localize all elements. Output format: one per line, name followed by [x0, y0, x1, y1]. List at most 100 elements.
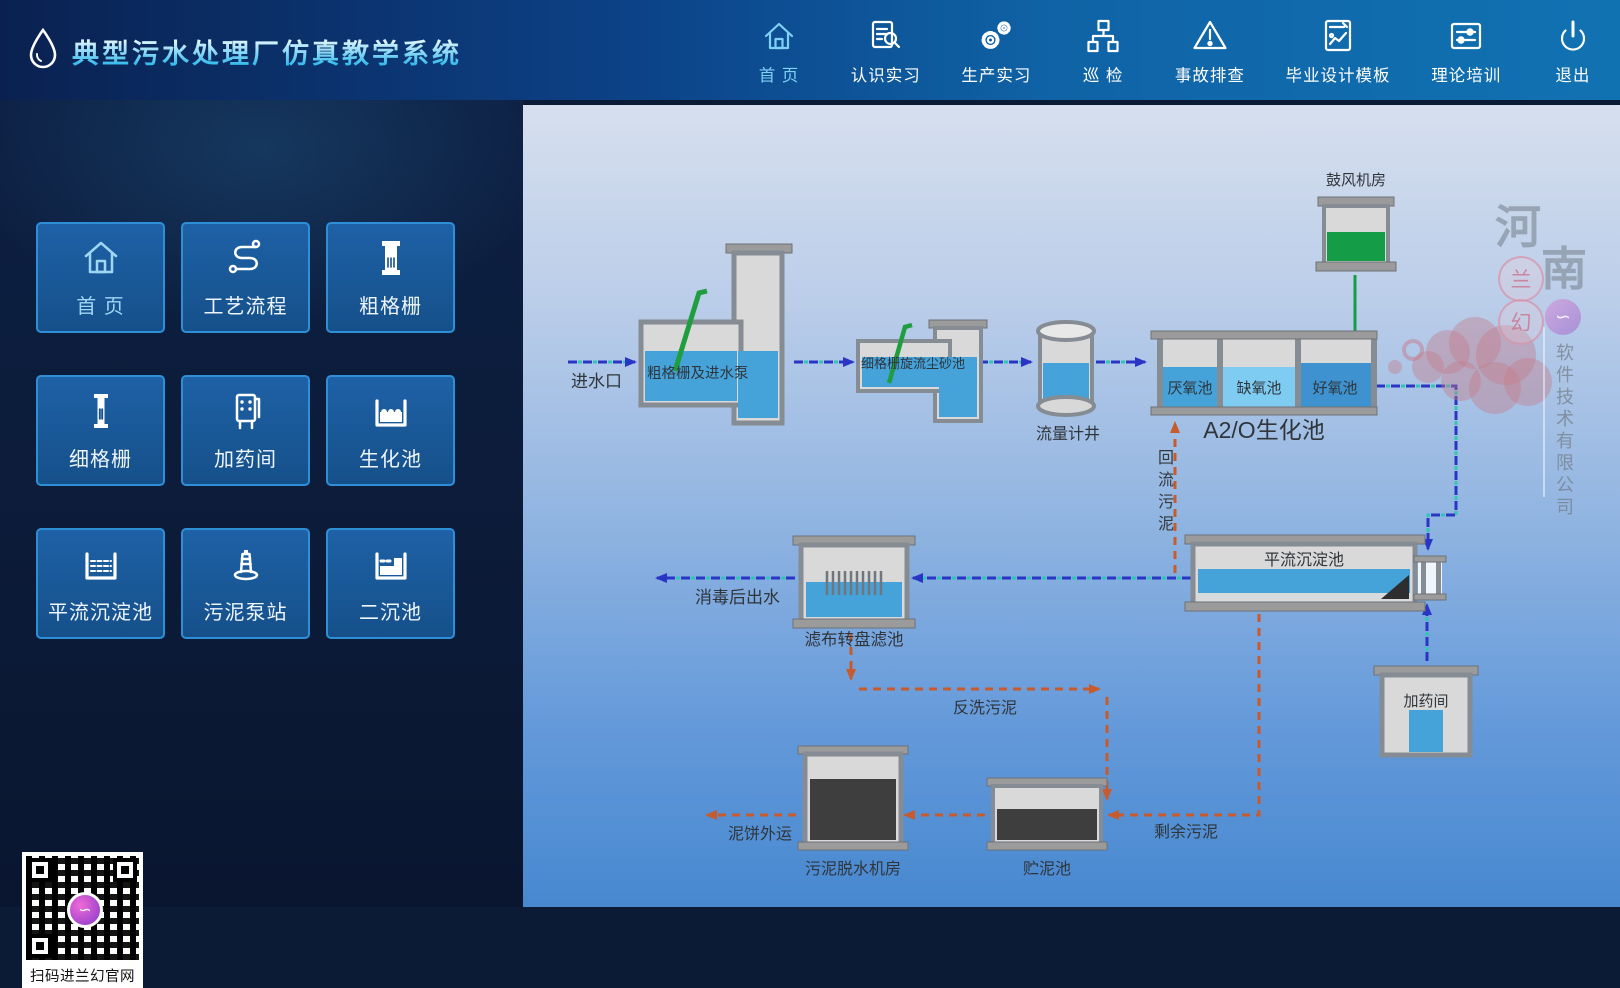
top-nav: 首 页 认识实习 生产实习 巡 检	[748, 0, 1604, 100]
sidebar-item-sludge-pump-station[interactable]: 污泥泵站	[181, 528, 310, 639]
cake-out-label: 泥饼外运	[728, 825, 792, 843]
process-flow-diagram: 粗格栅及进水泵 进水口 细格栅旋流尘砂池 流量计井 厌氧池 缺氧池 好氧池 A2…	[523, 105, 1620, 907]
excess-sludge-label: 剩余污泥	[1154, 822, 1218, 841]
watermark-company: 软件技术有限公司	[1550, 343, 1576, 519]
sitemap-icon	[1084, 17, 1122, 55]
sidebar-item-label: 首 页	[76, 290, 125, 319]
tank-dewatering-room[interactable]: 污泥脱水机房	[798, 746, 908, 878]
watermark-divider	[1543, 327, 1545, 497]
tank-a2o[interactable]: 厌氧池 缺氧池 好氧池 A2/O生化池	[1151, 331, 1377, 443]
header-bar: 典型污水处理厂仿真教学系统 首 页 认识实习 生产实习	[0, 0, 1620, 100]
tank-label: 贮泥池	[1023, 860, 1071, 878]
tank-coarse-screen-pump[interactable]: 粗格栅及进水泵	[641, 244, 792, 423]
flow-path-icon	[224, 236, 268, 280]
brand: 典型污水处理厂仿真教学系统	[26, 26, 462, 77]
sidebar-item-label: 粗格栅	[359, 290, 422, 319]
tank-flow-meter-well[interactable]: 流量计井	[1036, 322, 1100, 443]
sludge-line-excess	[1109, 614, 1259, 815]
cell-label-anaerobic: 厌氧池	[1167, 380, 1212, 397]
water-drop-logo-icon	[26, 26, 60, 77]
tank-cloth-disc-filter[interactable]: 滤布转盘滤池	[793, 536, 915, 649]
lanhuan-logo-icon: ∽	[67, 892, 103, 928]
fine-screen-icon	[79, 389, 123, 433]
home-icon	[760, 17, 798, 55]
nav-label: 事故排查	[1175, 62, 1245, 86]
watermark-seal-huan: 幻	[1498, 299, 1544, 345]
nav-item-production-practice[interactable]: 生产实习	[961, 0, 1031, 86]
watermark-char: 河	[1495, 191, 1541, 257]
watermark-seal-lan: 兰	[1498, 256, 1544, 302]
template-icon	[1319, 17, 1357, 55]
tank-label: A2/O生化池	[1203, 417, 1324, 443]
sidebar-item-bio-tank[interactable]: 生化池	[326, 375, 455, 486]
tank-label: 加药间	[1403, 693, 1448, 710]
tank-label: 平流沉淀池	[1264, 551, 1344, 569]
tank-label: 鼓风机房	[1326, 172, 1386, 189]
sidebar-item-sedimentation-tank[interactable]: 平流沉淀池	[36, 528, 165, 639]
watermark-char: 南	[1541, 233, 1587, 299]
bio-tank-icon	[369, 389, 413, 433]
sludge-pump-icon	[224, 542, 268, 586]
sidebar-item-label: 加药间	[214, 443, 277, 472]
dosing-device-icon	[224, 389, 268, 433]
nav-label: 巡 检	[1083, 62, 1124, 86]
outflow-label: 消毒后出水	[695, 588, 780, 607]
tank-dosing-room[interactable]: 加药间	[1374, 666, 1478, 755]
sidebar-item-dosing-room[interactable]: 加药间	[181, 375, 310, 486]
home-icon	[79, 236, 123, 280]
cell-label-anoxic: 缺氧池	[1236, 380, 1281, 397]
sidebar-item-label: 生化池	[359, 443, 422, 472]
tank-label: 滤布转盘滤池	[805, 630, 904, 649]
inlet-label: 进水口	[571, 372, 622, 391]
qr-code: ∽	[26, 856, 139, 960]
tank-sedimentation[interactable]: 平流沉淀池	[1185, 535, 1446, 611]
nav-item-exit[interactable]: 退出	[1542, 0, 1604, 86]
nav-item-graduation-template[interactable]: 毕业设计模板	[1286, 0, 1391, 86]
sidebar-item-process-flow[interactable]: 工艺流程	[181, 222, 310, 333]
sidebar-item-label: 二沉池	[359, 596, 422, 625]
tank-label: 污泥脱水机房	[805, 860, 901, 878]
nav-label: 生产实习	[961, 62, 1031, 86]
qr-caption: 扫码进兰幻官网	[26, 965, 139, 986]
tank-label: 流量计井	[1036, 425, 1100, 443]
sidebar-item-coarse-screen[interactable]: 粗格栅	[326, 222, 455, 333]
sliders-icon	[1447, 17, 1485, 55]
sidebar-item-fine-screen[interactable]: 细格栅	[36, 375, 165, 486]
backwash-label: 反洗污泥	[953, 699, 1017, 717]
warning-icon	[1191, 17, 1229, 55]
power-icon	[1554, 17, 1592, 55]
nav-label: 退出	[1555, 62, 1590, 86]
qr-code-panel: ∽ 扫码进兰幻官网	[22, 852, 143, 988]
nav-item-accident-troubleshooting[interactable]: 事故排查	[1175, 0, 1245, 86]
tank-fine-screen-grit[interactable]: 细格栅旋流尘砂池	[858, 320, 987, 421]
cell-label-aerobic: 好氧池	[1312, 380, 1357, 397]
nav-label: 理论培训	[1431, 62, 1501, 86]
nav-item-theory-training[interactable]: 理论培训	[1431, 0, 1501, 86]
sidebar: 首 页 工艺流程 粗格栅 细格栅	[0, 100, 523, 907]
nav-item-inspection[interactable]: 巡 检	[1072, 0, 1134, 86]
return-sludge-label: 回流污泥	[1151, 449, 1175, 537]
outlet-connector	[1414, 556, 1446, 600]
tank-label: 细格栅旋流尘砂池	[861, 356, 965, 371]
nav-item-home[interactable]: 首 页	[748, 0, 810, 86]
flow-line-aerobic-to-sedimentation	[1376, 386, 1456, 549]
sidebar-item-secondary-tank[interactable]: 二沉池	[326, 528, 455, 639]
sidebar-item-label: 平流沉淀池	[48, 596, 153, 625]
coarse-screen-icon	[369, 236, 413, 280]
nav-label: 首 页	[759, 62, 800, 86]
lanhuan-logo-icon: ∽	[1545, 299, 1581, 335]
sedimentation-tank-icon	[79, 542, 123, 586]
sidebar-item-home[interactable]: 首 页	[36, 222, 165, 333]
nav-label: 认识实习	[851, 62, 921, 86]
secondary-tank-icon	[369, 542, 413, 586]
sidebar-item-label: 污泥泵站	[204, 596, 288, 625]
nav-item-cognition-practice[interactable]: 认识实习	[851, 0, 921, 86]
tank-blower-room[interactable]: 鼓风机房	[1316, 172, 1396, 271]
app-title: 典型污水处理厂仿真教学系统	[72, 32, 462, 71]
tank-label: 粗格栅及进水泵	[647, 365, 749, 382]
document-search-icon	[867, 17, 905, 55]
tank-sludge-storage[interactable]: 贮泥池	[987, 778, 1107, 878]
nav-label: 毕业设计模板	[1286, 62, 1391, 86]
sidebar-item-label: 细格栅	[69, 443, 132, 472]
gears-icon	[977, 17, 1015, 55]
